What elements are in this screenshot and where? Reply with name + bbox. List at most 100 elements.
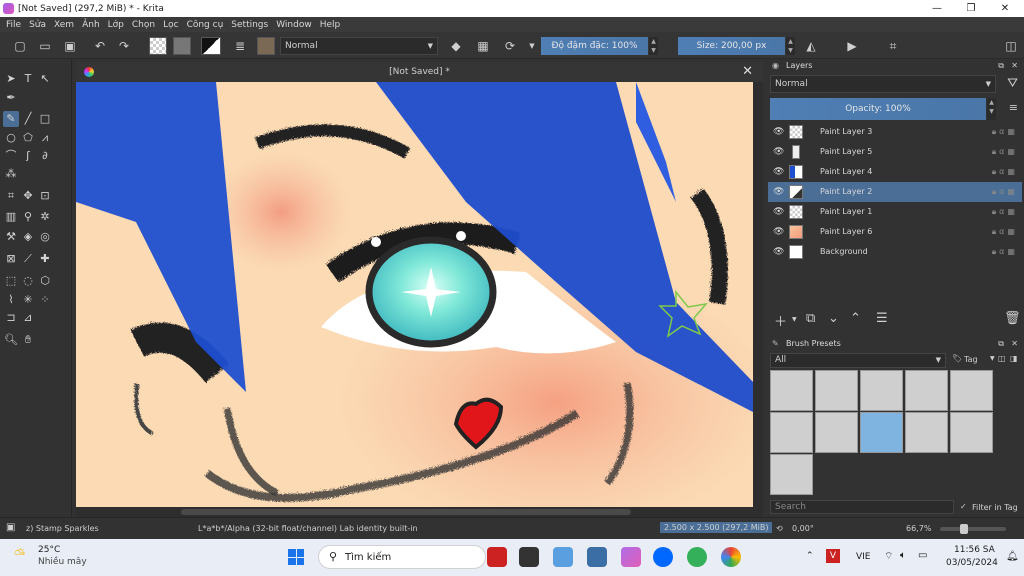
float-docker-icon[interactable]: ⧉ — [998, 59, 1004, 73]
delete-layer-icon[interactable]: 🗑︎ — [1004, 311, 1021, 326]
zoom-tool-icon[interactable]: 🔍︎ — [3, 332, 19, 348]
preserve-alpha-icon[interactable]: ▦ — [475, 38, 491, 54]
menu-edit[interactable]: Sửa — [29, 20, 46, 30]
menu-layer[interactable]: Lớp — [108, 20, 124, 30]
layer-filter-icon[interactable]: ⛛ — [1007, 76, 1018, 91]
multibrush-tool-icon[interactable]: ⁂ — [3, 166, 19, 182]
layer-blend-mode-select[interactable]: Normal ▼ — [770, 75, 996, 93]
mirror-vertical-icon[interactable]: ▶ — [844, 38, 860, 54]
maximize-button[interactable]: ❐ — [954, 0, 988, 17]
layer-flags[interactable]: 🔒︎α▦ — [992, 142, 1018, 162]
text-tool-icon[interactable]: T — [20, 71, 36, 87]
close-brush-docker-icon[interactable]: ✕ — [1011, 337, 1018, 351]
crop-icon[interactable]: ⌗ — [885, 38, 901, 54]
chrome-icon[interactable] — [721, 547, 741, 567]
layer-flags[interactable]: 🔒︎α▦ — [992, 222, 1018, 242]
float-brush-docker-icon[interactable]: ⧉ — [998, 337, 1004, 351]
minimize-button[interactable]: — — [920, 0, 954, 17]
close-canvas-icon[interactable]: ✕ — [742, 62, 753, 82]
zoom-slider[interactable] — [940, 524, 1006, 534]
open-folder-icon[interactable]: ▭ — [37, 38, 53, 54]
move-layer-down-icon[interactable]: ⌄ — [828, 311, 839, 326]
menu-tools[interactable]: Công cụ — [187, 20, 224, 30]
menu-view[interactable]: Xem — [54, 20, 74, 30]
krita-taskbar-icon[interactable] — [621, 547, 641, 567]
visibility-eye-icon[interactable]: 👁︎ — [773, 202, 784, 222]
transform-tool-icon[interactable]: ⊡ — [37, 188, 53, 204]
colorize-mask-tool-icon[interactable]: ◎ — [37, 229, 53, 245]
menu-select[interactable]: Chọn — [132, 20, 155, 30]
visibility-eye-icon[interactable]: 👁︎ — [773, 162, 784, 182]
tag-icon[interactable]: 🏷︎ — [952, 354, 962, 363]
fg-bg-color-swatch[interactable] — [201, 37, 221, 55]
notifications-icon[interactable]: 🔔︎ — [1006, 551, 1019, 562]
blend-mode-select[interactable]: Normal ▼ — [280, 37, 438, 55]
move-tool-icon[interactable]: ✥ — [20, 188, 36, 204]
tray-chevron-icon[interactable]: ⌃ — [806, 551, 814, 561]
layer-flags[interactable]: 🔒︎α▦ — [992, 202, 1018, 222]
tray-app-icon[interactable]: V — [826, 549, 840, 563]
layer-row[interactable]: 👁︎ Paint Layer 4 🔒︎α▦ — [768, 162, 1022, 182]
zoom-slider-handle[interactable] — [960, 524, 968, 534]
layer-row[interactable]: 👁︎ Paint Layer 5 🔒︎α▦ — [768, 142, 1022, 162]
docker-layout-icon[interactable]: ◫ — [1003, 38, 1019, 54]
menu-filter[interactable]: Lọc — [163, 20, 178, 30]
pinned-app-icon[interactable] — [487, 547, 507, 567]
opacity-slider[interactable]: Độ đậm đặc: 100% — [541, 37, 648, 55]
mirror-horizontal-icon[interactable]: ◭ — [803, 38, 819, 54]
visibility-eye-icon[interactable]: 👁︎ — [773, 222, 784, 242]
pinned-app-icon[interactable] — [519, 547, 539, 567]
ellipse-tool-icon[interactable]: ○ — [3, 130, 19, 146]
settings-gear-icon[interactable] — [587, 547, 607, 567]
brush-preset-tile[interactable] — [905, 370, 948, 411]
layer-flags[interactable]: 🔒︎α▦ — [992, 122, 1018, 142]
visibility-eye-icon[interactable]: 👁︎ — [773, 122, 784, 142]
size-slider[interactable]: Size: 200,00 px — [678, 37, 785, 55]
preset-menu-icon[interactable]: ◨ — [1010, 354, 1018, 363]
pattern-swatch[interactable] — [173, 37, 191, 55]
close-window-button[interactable]: ✕ — [988, 0, 1022, 17]
visibility-eye-icon[interactable]: 👁︎ — [773, 142, 784, 162]
brush-preset-tile[interactable] — [905, 412, 948, 453]
bezier-tool-icon[interactable]: ⌒ — [3, 148, 19, 164]
color-picker-tool-icon[interactable]: ⚲ — [20, 209, 36, 225]
input-language[interactable]: VIE — [856, 552, 871, 562]
tag-label[interactable]: Tag — [964, 355, 978, 364]
preset-filter-select[interactable]: All ▼ — [770, 353, 946, 368]
brush-preset-tile[interactable] — [770, 454, 813, 495]
similar-select-tool-icon[interactable]: ⁘ — [37, 292, 53, 308]
calligraphy-tool-icon[interactable]: ✒ — [3, 90, 19, 106]
layer-row-selected[interactable]: 👁︎ Paint Layer 2 🔒︎α▦ — [768, 182, 1022, 202]
brush-preset-tile[interactable] — [770, 412, 813, 453]
edit-shape-tool-icon[interactable]: ↖ — [37, 71, 53, 87]
volume-icon[interactable]: 🔈︎ — [900, 550, 906, 561]
polygon-select-tool-icon[interactable]: ⬡ — [37, 273, 53, 289]
image-dimensions-label[interactable]: 2.500 x 2.500 (297,2 MiB) — [660, 522, 773, 533]
preset-search-input[interactable]: Search — [770, 500, 954, 514]
rectangle-tool-icon[interactable]: □ — [37, 111, 53, 127]
canvas-vertical-scrollbar[interactable] — [753, 82, 763, 507]
new-document-icon[interactable]: ▢ — [12, 38, 28, 54]
filter-in-tag-checkbox[interactable]: ✓ — [960, 502, 967, 511]
wifi-icon[interactable]: ⌔ — [884, 550, 893, 563]
pan-tool-icon[interactable]: ✋︎ — [20, 332, 36, 348]
polygon-tool-icon[interactable]: ⬠ — [20, 130, 36, 146]
brush-preset-tile[interactable] — [815, 370, 858, 411]
battery-icon[interactable]: ▭ — [918, 550, 927, 561]
layer-opacity-spin[interactable]: ▲ ▼ — [987, 98, 996, 120]
layer-properties-icon[interactable]: ☰ — [876, 311, 888, 326]
brush-preset-tile[interactable] — [815, 412, 858, 453]
duplicate-layer-icon[interactable]: ⧉ — [806, 311, 815, 326]
pinned-app-icon[interactable] — [687, 547, 707, 567]
assistant-tool-icon[interactable]: ⊠ — [3, 251, 19, 267]
eraser-icon[interactable]: ◆ — [448, 38, 464, 54]
taskbar-search[interactable]: ⚲ Tìm kiếm — [318, 545, 486, 569]
menu-window[interactable]: Window — [276, 20, 312, 30]
menu-file[interactable]: File — [6, 20, 21, 30]
brush-preset-icon[interactable] — [257, 37, 275, 55]
enclose-fill-tool-icon[interactable]: ◈ — [20, 229, 36, 245]
layer-flags[interactable]: 🔒︎α▦ — [992, 242, 1018, 262]
zalo-icon[interactable] — [653, 547, 673, 567]
magnetic-select-tool-icon[interactable]: ⊿ — [20, 310, 36, 326]
preset-view-icon[interactable]: ◫ — [998, 354, 1006, 363]
